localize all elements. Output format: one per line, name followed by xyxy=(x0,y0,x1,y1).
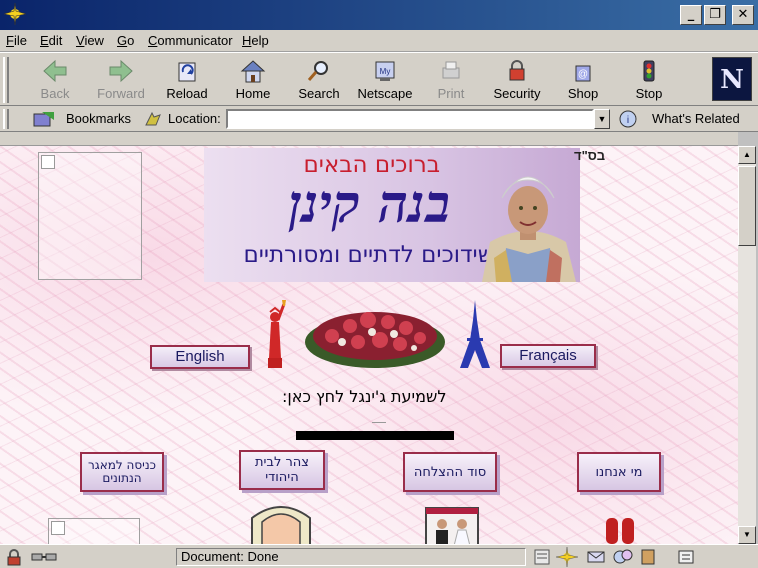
netscape-throbber-logo[interactable]: N xyxy=(712,57,752,101)
url-input[interactable] xyxy=(226,109,594,129)
my-netscape-icon: My xyxy=(375,61,395,81)
svg-text:i: i xyxy=(627,115,629,126)
netscape-button[interactable]: My Netscape xyxy=(352,56,418,104)
nav-about-us-button[interactable]: מי אנחנו xyxy=(577,452,661,492)
vertical-scrollbar[interactable]: ▲ ▼ xyxy=(738,146,756,544)
scroll-up-button[interactable]: ▲ xyxy=(738,146,756,164)
people-icon xyxy=(606,518,634,544)
audio-player-marker xyxy=(372,422,386,423)
nav-jewish-home-button[interactable]: צהר לבית היהודי xyxy=(239,450,325,490)
menu-go[interactable]: Go xyxy=(117,33,134,48)
search-button[interactable]: Search xyxy=(286,56,352,104)
back-button[interactable]: Back xyxy=(22,56,88,104)
stop-icon xyxy=(643,60,655,82)
banner: ברוכים הבאים בנה קינן שידוכים לדתיים ומס… xyxy=(204,148,580,282)
matchmaker-photo xyxy=(482,176,576,282)
netscape-window-icon xyxy=(3,2,27,26)
location-grip[interactable] xyxy=(3,109,9,129)
home-icon xyxy=(240,60,266,83)
security-lock-icon xyxy=(509,60,525,81)
jingle-text: לשמיעת ג'ינגל לחץ כאן: xyxy=(282,387,447,406)
bsd-label: בס"ד xyxy=(574,148,606,163)
forward-icon xyxy=(109,59,133,83)
bookmarks-button[interactable]: Bookmarks xyxy=(66,111,131,126)
reload-button[interactable]: Reload xyxy=(154,56,220,104)
menu-view[interactable]: View xyxy=(76,33,104,48)
shop-bag-icon: @ xyxy=(575,65,591,82)
broken-image-bottom-left xyxy=(48,518,140,544)
navigation-toolbar: Back Forward Reload Home Search My Netsc… xyxy=(0,52,758,106)
nav-database-button[interactable]: כניסה למאגר הנתונים xyxy=(80,452,164,492)
forward-button[interactable]: Forward xyxy=(88,56,154,104)
home-button[interactable]: Home xyxy=(220,56,286,104)
wedding-couple-image xyxy=(425,507,479,544)
statue-of-liberty-icon xyxy=(268,300,286,368)
security-button[interactable]: Security xyxy=(484,56,550,104)
address-book-component-icon[interactable] xyxy=(638,548,658,566)
content-top-strip xyxy=(0,132,738,146)
navigator-component-icon[interactable] xyxy=(556,547,578,567)
shop-button[interactable]: @ Shop xyxy=(550,56,616,104)
status-panel-icon xyxy=(534,549,550,565)
nav-success-secret-button[interactable]: סוד ההצלחה xyxy=(403,452,497,492)
jingle-audio-player[interactable] xyxy=(296,431,454,440)
flower-bouquet-image xyxy=(305,312,445,368)
menu-help[interactable]: Help xyxy=(242,33,269,48)
restore-button[interactable]: ❐ xyxy=(704,5,726,25)
french-button[interactable]: Français xyxy=(500,344,596,368)
newsgroups-component-icon[interactable] xyxy=(612,548,634,566)
doorway-image xyxy=(251,506,311,544)
svg-text:N: N xyxy=(720,65,744,95)
svg-text:My: My xyxy=(380,67,391,76)
scroll-down-button[interactable]: ▼ xyxy=(738,526,756,544)
broken-image-top-left xyxy=(38,152,142,280)
status-bar: Document: Done xyxy=(0,544,758,568)
page-content: ברוכים הבאים בנה קינן שידוכים לדתיים ומס… xyxy=(0,132,738,544)
english-button[interactable]: English xyxy=(150,345,250,369)
svg-text:@: @ xyxy=(578,69,588,80)
security-status-icon[interactable] xyxy=(4,548,26,566)
menu-bar: File Edit View Go Communicator Help xyxy=(0,30,758,52)
mail-component-icon[interactable] xyxy=(586,548,608,566)
back-icon xyxy=(43,59,67,83)
page-proxy-icon[interactable] xyxy=(144,111,162,127)
print-button[interactable]: Print xyxy=(418,56,484,104)
search-icon xyxy=(307,61,328,81)
location-toolbar: Bookmarks Location: ▼ i What's Related xyxy=(0,106,758,132)
whats-related-button[interactable]: What's Related xyxy=(652,111,740,126)
stop-button[interactable]: Stop xyxy=(616,56,682,104)
menu-file[interactable]: File xyxy=(6,33,27,48)
eiffel-tower-icon xyxy=(460,300,490,368)
reload-icon xyxy=(178,62,196,82)
url-dropdown-button[interactable]: ▼ xyxy=(594,109,610,129)
whats-related-icon[interactable]: i xyxy=(618,109,648,129)
menu-edit[interactable]: Edit xyxy=(40,33,62,48)
scroll-thumb[interactable] xyxy=(738,166,756,246)
menu-communicator[interactable]: Communicator xyxy=(148,33,233,48)
title-bar: _ ❐ ✕ xyxy=(0,0,758,30)
composer-component-icon[interactable] xyxy=(676,548,698,566)
status-text: Document: Done xyxy=(176,548,526,566)
location-label: Location: xyxy=(168,111,221,126)
bookmarks-icon[interactable] xyxy=(32,110,56,128)
online-status-icon[interactable] xyxy=(30,548,60,566)
print-icon xyxy=(442,61,460,79)
banner-name: בנה קינן xyxy=(288,174,450,235)
minimize-button[interactable]: _ xyxy=(680,5,702,25)
close-button[interactable]: ✕ xyxy=(732,5,754,25)
banner-subtitle: שידוכים לדתיים ומסורתיים xyxy=(243,242,494,268)
toolbar-grip[interactable] xyxy=(3,57,9,103)
